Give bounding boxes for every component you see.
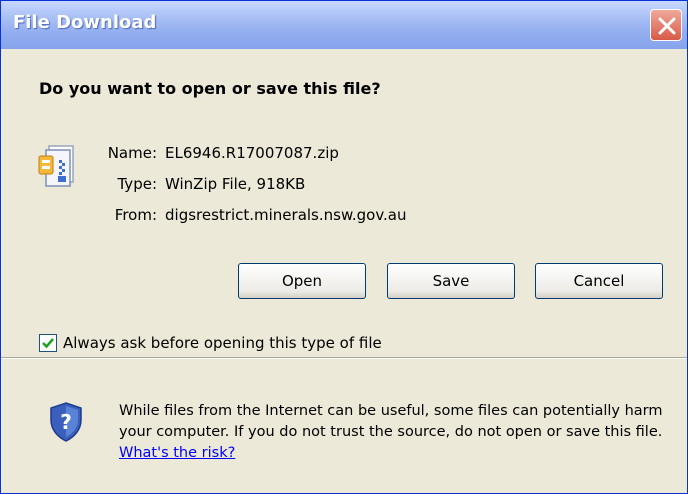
name-label: Name: [107, 144, 157, 162]
cancel-button[interactable]: Cancel [535, 263, 663, 299]
file-type: WinZip File, 918KB [165, 175, 306, 193]
security-warning-text: While files from the Internet can be use… [119, 401, 674, 464]
whats-the-risk-link[interactable]: What's the risk? [119, 445, 235, 461]
svg-text:?: ? [60, 410, 72, 434]
dialog-title: File Download [13, 12, 157, 33]
shield-question-icon: ? [50, 402, 82, 442]
open-button[interactable]: Open [238, 263, 366, 299]
dialog-content: Do you want to open or save this file? N… [1, 49, 687, 357]
always-ask-checkbox[interactable] [39, 334, 57, 352]
file-download-dialog: File Download Do you want to open or sav… [0, 0, 688, 494]
always-ask-label[interactable]: Always ask before opening this type of f… [63, 334, 382, 352]
file-source: digsrestrict.minerals.nsw.gov.au [165, 206, 407, 224]
save-button[interactable]: Save [387, 263, 515, 299]
close-icon [658, 17, 676, 35]
type-label: Type: [117, 175, 157, 193]
question-text: Do you want to open or save this file? [39, 79, 381, 98]
warning-message: While files from the Internet can be use… [119, 403, 663, 440]
security-warning-panel: ? While files from the Internet can be u… [1, 359, 687, 493]
title-bar[interactable]: File Download [1, 1, 687, 49]
from-label: From: [114, 206, 157, 224]
close-button[interactable] [650, 9, 682, 41]
file-name: EL6946.R17007087.zip [165, 144, 339, 162]
checkmark-icon [42, 338, 54, 349]
